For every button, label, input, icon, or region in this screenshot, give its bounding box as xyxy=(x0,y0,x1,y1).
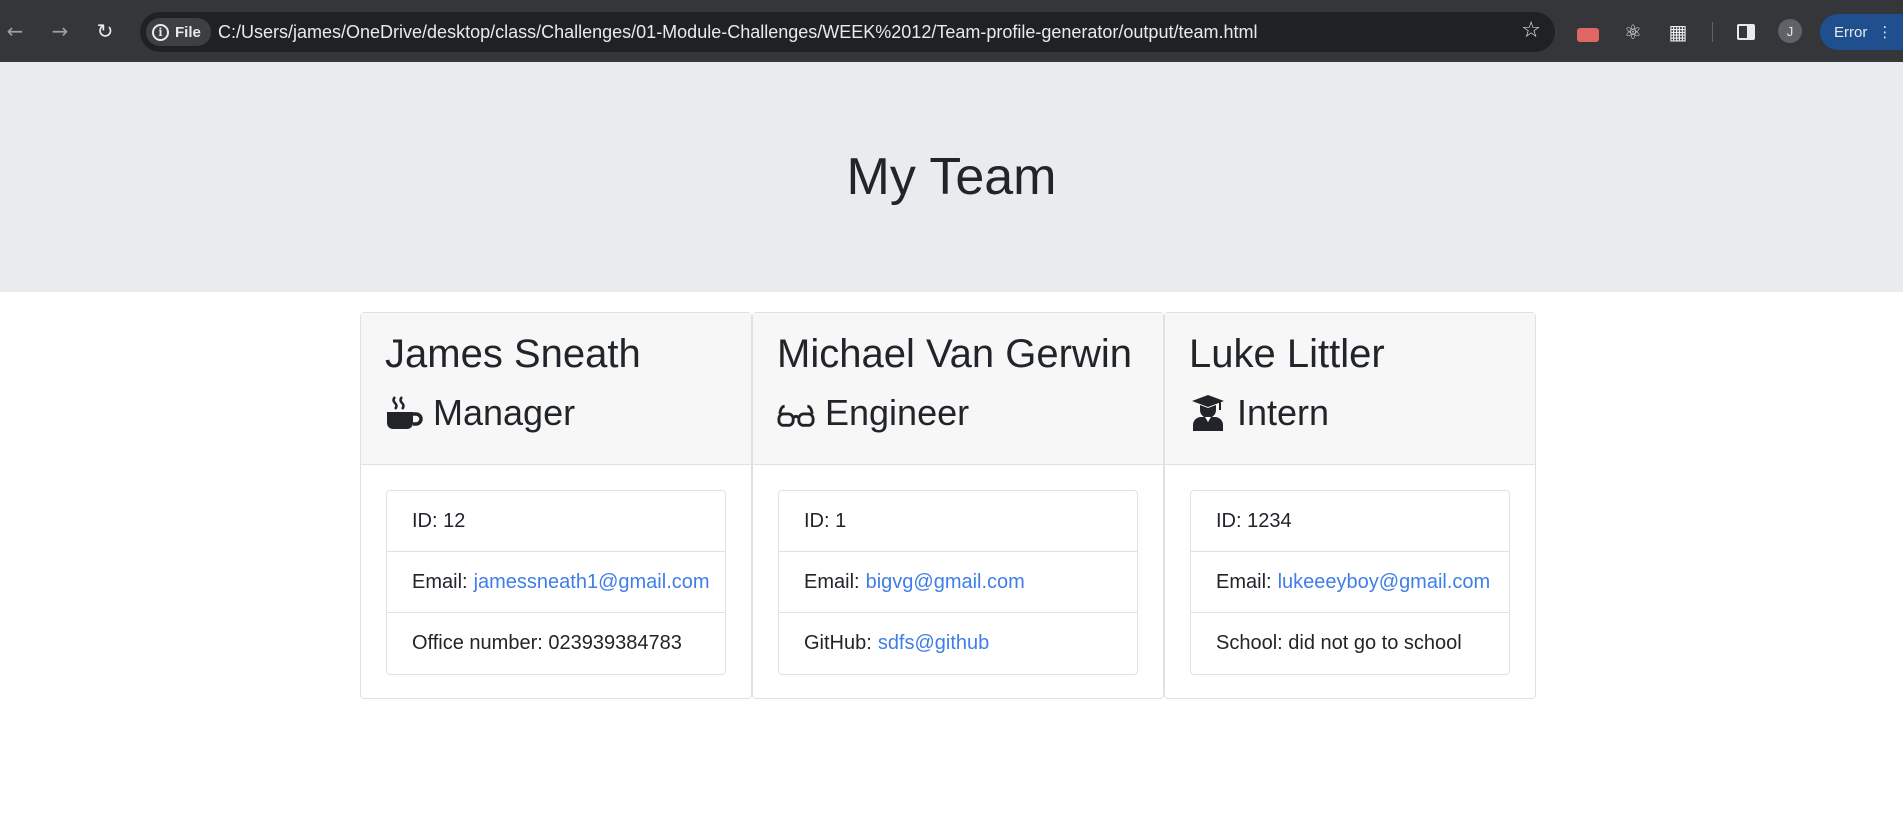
page-header: My Team xyxy=(0,62,1903,292)
bookmark-star-icon[interactable]: ☆ xyxy=(1521,18,1541,43)
extension-record-icon[interactable] xyxy=(1576,20,1600,44)
browser-toolbar: ← → ↻ i File C:/Users/james/OneDrive/des… xyxy=(0,0,1903,62)
error-label: Error xyxy=(1834,23,1868,41)
employee-role: Engineer xyxy=(777,391,1139,435)
office-number-row: Office number: 023939384783 xyxy=(412,632,682,654)
email-prefix: Email: xyxy=(1216,570,1272,593)
graduate-icon xyxy=(1189,394,1227,432)
info-icon: i xyxy=(152,23,169,41)
card-header: Michael Van Gerwin Engineer xyxy=(753,313,1163,465)
github-row: GitHub: sdfs@github xyxy=(779,613,1137,674)
employee-name: James Sneath xyxy=(385,332,641,376)
role-label: Engineer xyxy=(825,392,970,433)
email-prefix: Email: xyxy=(804,570,860,593)
github-link[interactable]: sdfs@github xyxy=(878,632,989,655)
employee-card-manager: James Sneath Manager ID: 12 Email: james… xyxy=(360,312,752,699)
more-menu-icon: ⋮ xyxy=(1877,23,1893,41)
url-text[interactable]: C:/Users/james/OneDrive/desktop/class/Ch… xyxy=(218,22,1257,43)
github-prefix: GitHub: xyxy=(804,632,872,654)
card-header: Luke Littler Intern xyxy=(1165,313,1535,465)
role-label: Manager xyxy=(433,392,576,433)
employee-role: Intern xyxy=(1189,391,1511,435)
email-link[interactable]: lukeeeyboy@gmail.com xyxy=(1278,571,1491,594)
email-prefix: Email: xyxy=(412,570,468,593)
email-row: Email: bigvg@gmail.com xyxy=(779,552,1137,613)
side-panel-icon[interactable] xyxy=(1734,20,1758,44)
back-icon[interactable]: ← xyxy=(2,18,28,44)
card-body: ID: 12 Email: jamessneath1@gmail.com Off… xyxy=(361,465,751,700)
reload-icon[interactable]: ↻ xyxy=(92,18,118,44)
detail-list: ID: 1 Email: bigvg@gmail.com GitHub: sdf… xyxy=(778,490,1138,675)
email-link[interactable]: bigvg@gmail.com xyxy=(866,571,1025,594)
detail-list: ID: 1234 Email: lukeeeyboy@gmail.com Sch… xyxy=(1190,490,1510,675)
react-devtools-icon[interactable]: ⚛ xyxy=(1621,20,1645,44)
employee-name: Michael Van Gerwin xyxy=(777,332,1132,376)
toolbar-divider xyxy=(1712,22,1713,42)
email-row: Email: jamessneath1@gmail.com xyxy=(387,552,725,613)
employee-name: Luke Littler xyxy=(1189,332,1385,376)
address-bar[interactable]: i File C:/Users/james/OneDrive/desktop/c… xyxy=(140,12,1555,52)
email-row: Email: lukeeeyboy@gmail.com xyxy=(1191,552,1509,613)
role-label: Intern xyxy=(1237,392,1330,433)
forward-icon[interactable]: → xyxy=(47,18,73,44)
card-header: James Sneath Manager xyxy=(361,313,751,465)
profile-avatar[interactable]: J xyxy=(1778,19,1802,43)
card-body: ID: 1 Email: bigvg@gmail.com GitHub: sdf… xyxy=(753,465,1163,700)
school-row: School: did not go to school xyxy=(1216,632,1462,654)
glasses-icon xyxy=(777,394,815,432)
id-row: ID: 12 xyxy=(387,491,725,552)
file-label: File xyxy=(175,23,201,41)
id-row: ID: 1 xyxy=(779,491,1137,552)
id-row: ID: 1234 xyxy=(1191,491,1509,552)
extensions-puzzle-icon[interactable]: ▦ xyxy=(1666,20,1690,44)
employee-card-engineer: Michael Van Gerwin Engineer ID: 1 Email:… xyxy=(752,312,1164,699)
error-button[interactable]: Error ⋮ xyxy=(1820,14,1903,50)
employee-role: Manager xyxy=(385,391,727,435)
mug-icon xyxy=(385,394,423,432)
detail-list: ID: 12 Email: jamessneath1@gmail.com Off… xyxy=(386,490,726,675)
page-title: My Team xyxy=(846,148,1057,206)
team-cards: James Sneath Manager ID: 12 Email: james… xyxy=(360,312,1536,699)
employee-card-intern: Luke Littler Intern ID: 1234 Email: luke… xyxy=(1164,312,1536,699)
card-body: ID: 1234 Email: lukeeeyboy@gmail.com Sch… xyxy=(1165,465,1535,700)
site-info-chip[interactable]: i File xyxy=(146,18,211,46)
email-link[interactable]: jamessneath1@gmail.com xyxy=(474,571,710,594)
